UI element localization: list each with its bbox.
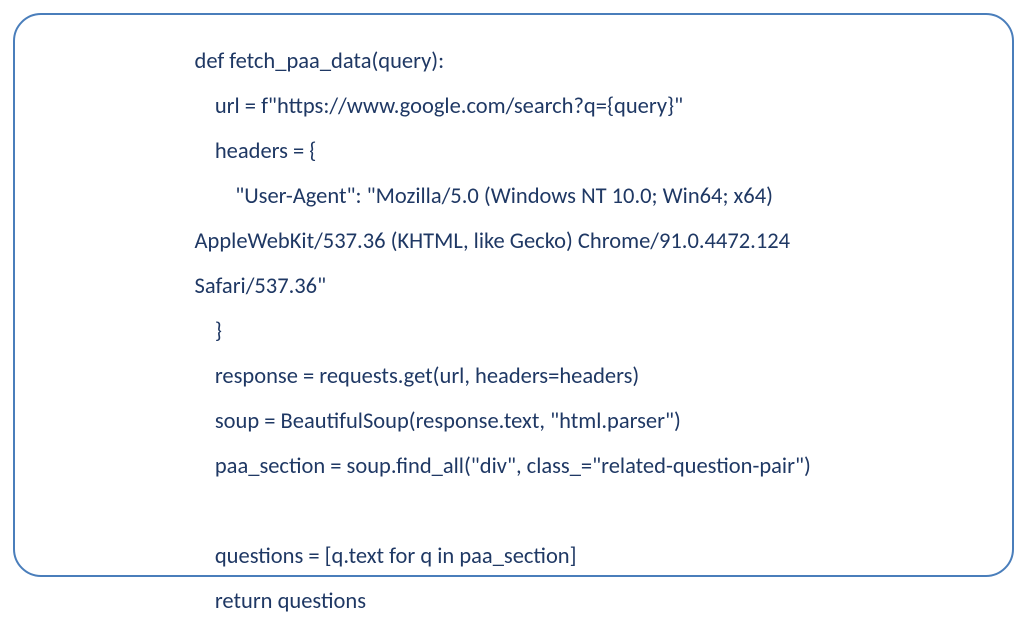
code-line: return questions — [195, 588, 367, 615]
code-snippet-box: def fetch_paa_data(query): url = f"https… — [13, 13, 1014, 577]
code-content: def fetch_paa_data(query): url = f"https… — [195, 39, 1012, 624]
code-line: questions = [q.text for q in paa_section… — [195, 543, 577, 570]
code-line: } — [195, 318, 222, 345]
code-line: "User-Agent": "Mozilla/5.0 (Windows NT 1… — [195, 183, 773, 210]
code-line: def fetch_paa_data(query): — [195, 48, 445, 75]
code-line: response = requests.get(url, headers=hea… — [195, 363, 640, 390]
code-line: soup = BeautifulSoup(response.text, "htm… — [195, 408, 681, 435]
code-line: url = f"https://www.google.com/search?q=… — [195, 93, 684, 120]
code-line: paa_section = soup.find_all("div", class… — [195, 453, 811, 480]
code-line: headers = { — [195, 138, 317, 165]
code-line: AppleWebKit/537.36 (KHTML, like Gecko) C… — [195, 228, 791, 255]
code-line: Safari/537.36" — [195, 273, 327, 300]
